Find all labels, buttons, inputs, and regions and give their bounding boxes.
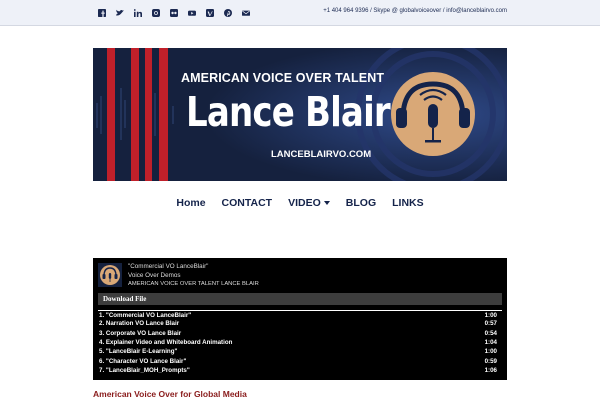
- top-bar: +1 404 964 9396 / Skype @ globalvoiceove…: [0, 0, 600, 26]
- banner-url: LANCEBLAIRVO.COM: [271, 149, 372, 160]
- main-nav: Home CONTACT VIDEO BLOG LINKS: [0, 197, 600, 209]
- track-duration: 0:54: [484, 329, 497, 337]
- track-item[interactable]: 2. Narration VO Lance Blair 0:57: [98, 319, 502, 328]
- track-label: 6. "Character VO Lance Blair": [99, 357, 187, 365]
- nav-home[interactable]: Home: [168, 197, 213, 209]
- track-item[interactable]: 1. "Commercial VO LanceBlair" 1:00: [98, 310, 502, 319]
- track-label: 5. "LanceBlair E-Learning": [99, 348, 178, 356]
- flickr-icon[interactable]: [165, 7, 183, 19]
- banner-name: Lance Blair: [186, 88, 391, 136]
- youtube-icon[interactable]: [183, 7, 201, 19]
- contact-info: +1 404 964 9396 / Skype @ globalvoiceove…: [323, 8, 507, 14]
- facebook-icon[interactable]: [93, 7, 111, 19]
- twitter-icon[interactable]: [111, 7, 129, 19]
- nav-blog[interactable]: BLOG: [338, 197, 384, 209]
- track-duration: 0:57: [484, 320, 497, 328]
- chevron-down-icon: [323, 201, 330, 205]
- banner-tagline: AMERICAN VOICE OVER TALENT: [181, 71, 385, 85]
- download-file-button[interactable]: Download File: [98, 293, 502, 305]
- nav-contact-label: CONTACT: [221, 197, 273, 209]
- nav-blog-label: BLOG: [345, 197, 377, 209]
- track-item[interactable]: 3. Corporate VO Lance Blair 0:54: [98, 329, 502, 338]
- track-item[interactable]: 4. Explainer Video and Whiteboard Animat…: [98, 338, 502, 347]
- track-label: 4. Explainer Video and Whiteboard Animat…: [99, 339, 233, 347]
- track-label: 1. "Commercial VO LanceBlair": [99, 311, 192, 319]
- track-artist: Voice Over Demos: [128, 272, 181, 279]
- nav-links-label: LINKS: [392, 197, 424, 209]
- track-item[interactable]: 5. "LanceBlair E-Learning" 1:00: [98, 347, 502, 356]
- instagram-icon[interactable]: [147, 7, 165, 19]
- track-duration: 1:06: [484, 366, 497, 374]
- email-icon[interactable]: [237, 7, 255, 19]
- pinterest-icon[interactable]: [219, 7, 237, 19]
- social-links: [93, 7, 255, 19]
- nav-video[interactable]: VIDEO: [280, 197, 338, 209]
- track-duration: 0:59: [484, 357, 497, 365]
- track-item[interactable]: 7. "LanceBlair_MOH_Prompts" 1:06: [98, 366, 502, 375]
- nav-home-label: Home: [176, 197, 206, 209]
- track-label: 7. "LanceBlair_MOH_Prompts": [99, 366, 190, 374]
- section-heading: American Voice Over for Global Media: [93, 389, 247, 399]
- track-label: 2. Narration VO Lance Blair: [99, 320, 180, 328]
- nav-video-label: VIDEO: [288, 197, 321, 209]
- nav-contact[interactable]: CONTACT: [214, 197, 281, 209]
- linkedin-icon[interactable]: [129, 7, 147, 19]
- track-item[interactable]: 6. "Character VO Lance Blair" 0:59: [98, 356, 502, 365]
- vimeo-icon[interactable]: [201, 7, 219, 19]
- nav-links[interactable]: LINKS: [384, 197, 432, 209]
- track-album: AMERICAN VOICE OVER TALENT LANCE BLAIR: [128, 281, 259, 287]
- track-duration: 1:00: [484, 311, 497, 319]
- track-duration: 1:04: [484, 339, 497, 347]
- tracklist: 1. "Commercial VO LanceBlair" 1:00 2. Nar…: [98, 310, 502, 375]
- track-title: "Commercial VO LanceBlair": [128, 263, 209, 270]
- audio-player: "Commercial VO LanceBlair" Voice Over De…: [93, 258, 507, 380]
- album-art-thumbnail: [98, 263, 122, 287]
- track-label: 3. Corporate VO Lance Blair: [99, 329, 182, 337]
- site-banner[interactable]: AMERICAN VOICE OVER TALENT Lance Blair L…: [93, 48, 507, 181]
- track-duration: 1:00: [484, 348, 497, 356]
